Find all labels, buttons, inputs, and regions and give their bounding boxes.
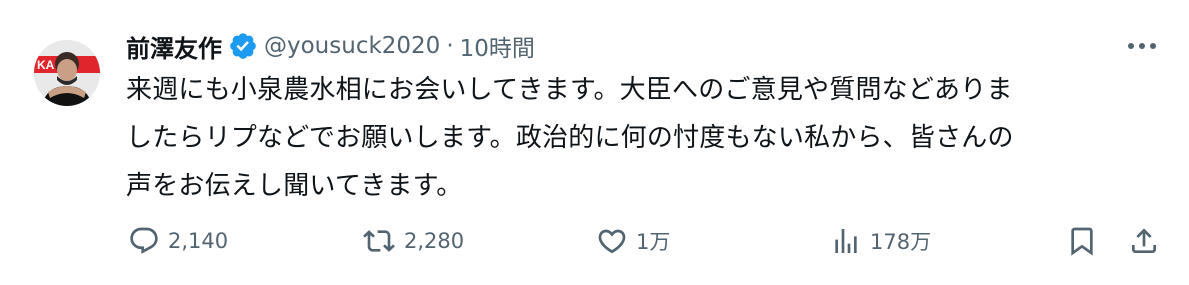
reply-count: 2,140 xyxy=(168,229,229,253)
views-button[interactable]: 178万 xyxy=(830,216,931,266)
avatar[interactable]: KA xyxy=(34,40,100,106)
like-icon xyxy=(596,225,628,257)
more-icon[interactable] xyxy=(1122,30,1162,62)
verified-badge-icon xyxy=(228,31,258,61)
author-handle[interactable]: @yousuck2020 xyxy=(264,33,440,59)
share-button[interactable] xyxy=(1128,216,1160,266)
tweet-timestamp[interactable]: 10時間 xyxy=(460,29,535,63)
views-count: 178万 xyxy=(870,230,932,254)
like-button[interactable]: 1万 xyxy=(596,216,670,266)
tweet-header: 前澤友作 @yousuck2020 · 10時間 xyxy=(126,26,535,66)
bookmark-button[interactable] xyxy=(1066,216,1098,266)
share-icon xyxy=(1128,225,1160,257)
bookmark-icon xyxy=(1066,225,1098,257)
like-count: 1万 xyxy=(636,230,671,254)
author-name[interactable]: 前澤友作 xyxy=(126,29,222,64)
header-separator: · xyxy=(446,33,454,59)
repost-icon xyxy=(362,225,396,257)
action-bar: 2,140 2,280 1万 178万 xyxy=(0,216,1189,266)
reply-icon xyxy=(128,225,160,257)
tweet-card[interactable]: KA 前澤友作 @yousuck2020 · 10時間 来週にも小泉農水相にお会… xyxy=(0,0,1189,285)
views-icon xyxy=(830,225,862,257)
avatar-image: KA xyxy=(34,40,100,106)
repost-button[interactable]: 2,280 xyxy=(362,216,464,266)
reply-button[interactable]: 2,140 xyxy=(128,216,228,266)
avatar-banner-text: KA xyxy=(37,58,55,72)
repost-count: 2,280 xyxy=(404,229,465,253)
tweet-text: 来週にも小泉農水相にお会いしてきます。大臣へのご意見や質問などありま したらリプ… xyxy=(126,75,1014,201)
